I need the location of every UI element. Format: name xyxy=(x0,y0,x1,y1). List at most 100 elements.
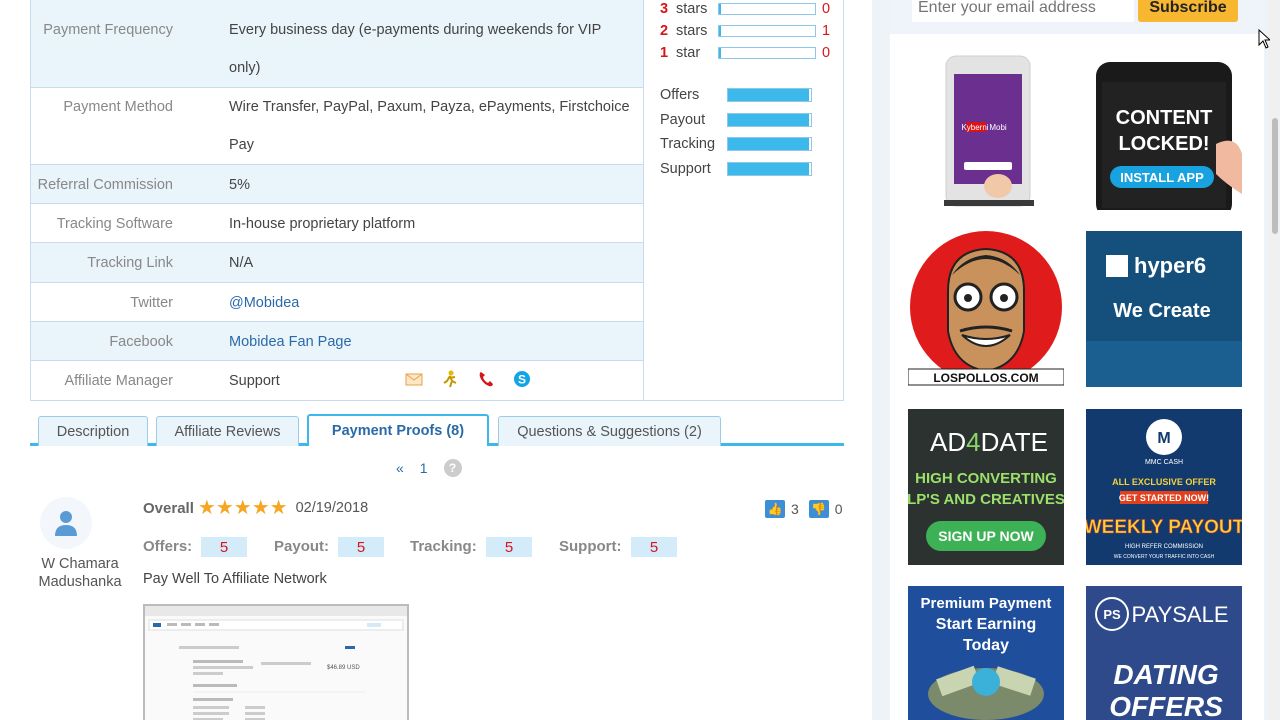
score-value: 5 xyxy=(631,537,677,557)
category-rating-row: Offers xyxy=(660,85,812,105)
ad-ad4date-button: SIGN UP NOW xyxy=(938,528,1034,544)
ad-premium-line1: Premium Payment xyxy=(921,595,1052,612)
detail-label: Twitter xyxy=(130,295,173,311)
star-icon: ★ xyxy=(215,497,234,519)
detail-value[interactable]: @Mobidea xyxy=(201,283,643,321)
ad-kyberni-brand: Kyberni xyxy=(961,123,988,132)
email-field[interactable] xyxy=(912,0,1134,22)
detail-label: Payment Method xyxy=(63,99,173,115)
score-label: Support: xyxy=(559,538,622,555)
star-label: stars xyxy=(676,1,708,17)
star-label: star xyxy=(676,45,701,61)
phone-icon[interactable] xyxy=(477,370,495,388)
detail-row: Payment Frequency Every business day (e-p… xyxy=(31,0,643,88)
ad-hyper6[interactable]: hyper6 We Create xyxy=(1086,231,1242,387)
subscribe-button[interactable]: Subscribe xyxy=(1138,0,1238,22)
reviewer-name[interactable]: W Chamara Madushanka xyxy=(30,555,130,591)
ad-mmc-cash[interactable]: M MMC CASH ALL EXCLUSIVE OFFER GET START… xyxy=(1086,409,1242,565)
detail-row: Tracking Link N/A xyxy=(31,243,643,283)
tab-payment-proofs[interactable]: Payment Proofs (8) xyxy=(307,414,489,446)
page-scrollbar[interactable] xyxy=(1268,0,1280,720)
star-label: stars xyxy=(676,23,708,39)
star-bar-fill xyxy=(719,48,721,58)
detail-row: Facebook Mobidea Fan Page xyxy=(31,322,643,361)
ad-content-line1: CONTENT xyxy=(1116,107,1213,129)
star-icon: ★ xyxy=(269,497,288,519)
ad-paysale[interactable]: PS PAYSALE DATING OFFERS xyxy=(1086,586,1242,720)
main-content: Payment Frequency Every business day (e-p… xyxy=(0,0,872,720)
tab-affiliate-reviews[interactable]: Affiliate Reviews xyxy=(156,416,299,446)
star-count: 0 xyxy=(822,45,831,61)
star-bar-fill xyxy=(719,4,721,14)
ad-ad4date-b: DATE xyxy=(981,427,1048,457)
detail-row: Twitter @Mobidea xyxy=(31,283,643,322)
star-level: 1 xyxy=(660,45,669,61)
detail-row: Tracking Software In-house proprietary pl… xyxy=(31,204,643,243)
skype-icon[interactable]: S xyxy=(513,370,531,388)
ad-lospollos-caption: LOSPOLLOS.COM xyxy=(933,371,1038,385)
ad-kyberni-sub: Mobi xyxy=(989,123,1007,132)
detail-value: N/A xyxy=(201,243,643,282)
detail-value: Wire Transfer, PayPal, Paxum, Payza, ePa… xyxy=(201,88,643,164)
detail-value-line: @Mobidea xyxy=(229,295,300,311)
detail-value-line: only) xyxy=(229,60,261,76)
pagination: « 1 ? xyxy=(396,459,462,477)
tab-questions-suggestions[interactable]: Questions & Suggestions (2) xyxy=(498,416,721,446)
detail-label: Tracking Link xyxy=(87,255,173,271)
detail-row: Payment Method Wire Transfer, PayPal, Pax… xyxy=(31,88,643,165)
ad-paysale-line1: DATING xyxy=(1113,659,1218,690)
ad-content-button: INSTALL APP xyxy=(1120,170,1204,185)
email-icon[interactable] xyxy=(405,370,423,388)
ad-premium-line2: Start Earning xyxy=(936,616,1036,633)
detail-value: Every business day (e-payments during we… xyxy=(201,0,643,87)
ad-ad4date-a: AD xyxy=(930,427,966,457)
star-bar xyxy=(718,25,816,37)
ad-mmc-convert: WE CONVERT YOUR TRAFFIC INTO CASH xyxy=(1114,554,1215,560)
detail-label: Facebook xyxy=(109,334,173,350)
detail-value[interactable]: Mobidea Fan Page xyxy=(201,322,643,360)
tab-description[interactable]: Description xyxy=(38,416,148,446)
user-icon xyxy=(55,511,77,536)
detail-label: Referral Commission xyxy=(37,177,173,193)
category-label: Payout xyxy=(660,111,706,128)
aim-icon[interactable] xyxy=(441,370,459,388)
upvote-count: 3 xyxy=(791,501,799,517)
ad-paysale-line2: OFFERS xyxy=(1109,691,1223,720)
detail-row: Affiliate Manager Support xyxy=(31,361,643,401)
score-value: 5 xyxy=(486,537,532,557)
ad-content-locked[interactable]: CONTENT LOCKED! INSTALL APP xyxy=(1086,54,1242,210)
review-title: Pay Well To Affiliate Network xyxy=(143,571,327,587)
star-count: 1 xyxy=(822,23,831,39)
svg-text:S: S xyxy=(518,373,526,387)
payment-proof-image[interactable]: $46.89 USD xyxy=(143,604,409,720)
proof-amount: $46.89 USD xyxy=(327,665,360,671)
sidebar: Subscribe Kyberni Mobi CONTENT LOCKED! I… xyxy=(890,0,1264,720)
detail-label: Payment Frequency xyxy=(43,22,173,38)
star-count: 0 xyxy=(822,1,831,17)
pager-page-1[interactable]: 1 xyxy=(420,460,428,476)
review-votes: 👍 3 👎 0 xyxy=(765,500,843,518)
star-bar xyxy=(718,47,816,59)
star-breakdown-row: 3 stars 0 xyxy=(660,0,830,19)
detail-value-line: Pay xyxy=(229,137,254,153)
pager-prev[interactable]: « xyxy=(396,460,404,476)
downvote-count: 0 xyxy=(834,501,843,517)
detail-row: Referral Commission 5% xyxy=(31,165,643,204)
ad-mmc-start: GET STARTED NOW! xyxy=(1119,493,1209,503)
ad-lospollos[interactable]: LOSPOLLOS.COM xyxy=(908,231,1064,387)
star-bar-fill xyxy=(719,26,721,36)
ad-ad4date[interactable]: AD4DATE HIGH CONVERTING LP'S AND CREATIV… xyxy=(908,409,1064,565)
star-icon: ★ xyxy=(233,497,252,519)
score-label: Tracking: xyxy=(410,538,477,555)
scrollbar-thumb[interactable] xyxy=(1272,118,1278,234)
help-icon[interactable]: ? xyxy=(443,459,462,477)
category-bar-fill xyxy=(728,138,810,150)
category-bar xyxy=(727,88,812,102)
thumbs-up-icon[interactable]: 👍 xyxy=(765,500,785,518)
score-value: 5 xyxy=(201,537,247,557)
ad-kyberni-mobi[interactable]: Kyberni Mobi xyxy=(908,54,1064,210)
ad-premium-payment[interactable]: Premium Payment Start Earning Today xyxy=(908,586,1064,720)
detail-value: 5% xyxy=(201,165,643,203)
thumbs-down-icon[interactable]: 👎 xyxy=(808,500,829,518)
detail-label: Tracking Software xyxy=(56,216,173,232)
